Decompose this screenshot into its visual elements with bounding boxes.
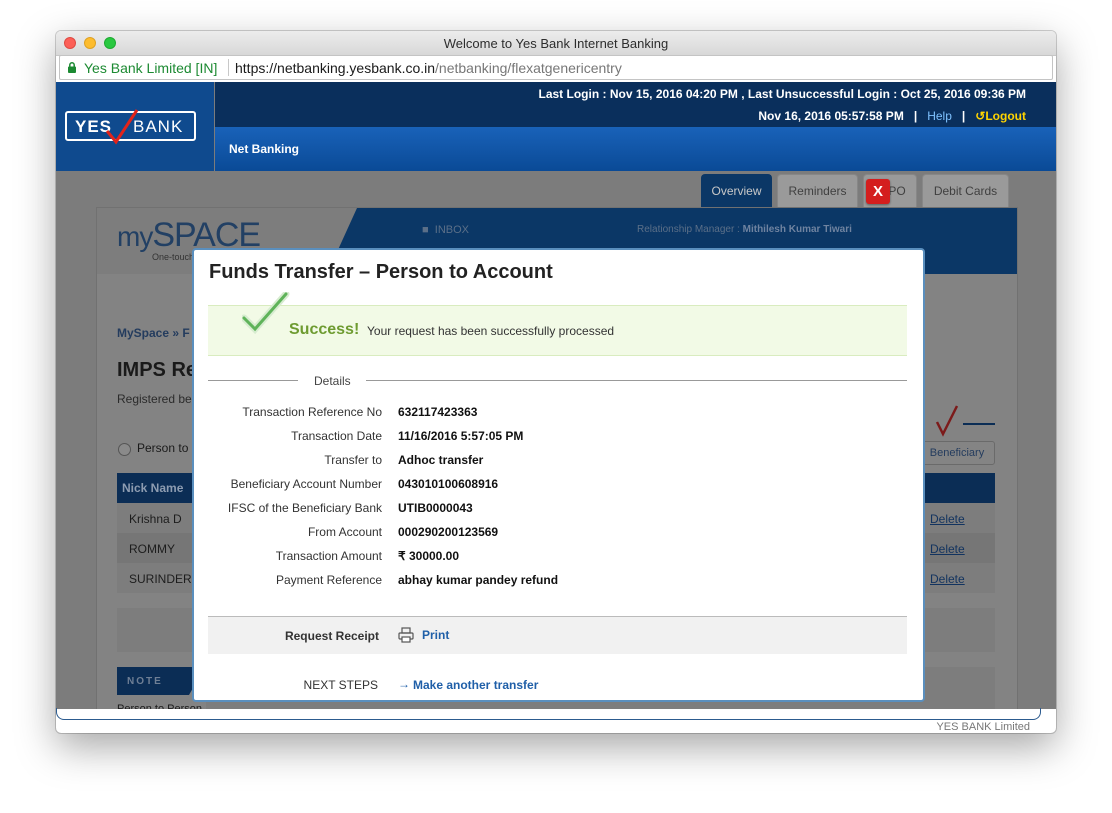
delete-link[interactable]: Delete (930, 542, 965, 556)
detail-label: From Account (307, 525, 382, 539)
row-name: SURINDER (129, 572, 192, 586)
detail-row-transfer-to: Transfer to Adhoc transfer (194, 453, 923, 473)
detail-label: Transaction Reference No (242, 405, 382, 419)
rm-name: Mithilesh Kumar Tiwari (742, 224, 852, 235)
separator: | (961, 109, 966, 123)
tab-overview[interactable]: Overview (701, 174, 772, 208)
detail-value: UTIB0000043 (398, 501, 473, 515)
column-nick-name: Nick Name (122, 481, 184, 495)
url-host: netbanking.yesbank.co.in (277, 60, 436, 76)
details-divider-right (366, 380, 907, 381)
row-name: ROMMY (129, 542, 175, 556)
delete-link[interactable]: Delete (930, 572, 965, 586)
nav-net-banking[interactable]: Net Banking (229, 142, 299, 156)
details-heading: Details (314, 374, 351, 388)
logo-bank-text: BANK (133, 117, 184, 136)
footer-border (56, 708, 1041, 720)
radio-label: Person to (137, 441, 189, 455)
detail-label: Payment Reference (275, 573, 382, 587)
detail-value: 11/16/2016 5:57:05 PM (398, 429, 524, 443)
url-scheme: https:// (235, 60, 278, 76)
delete-link[interactable]: Delete (930, 512, 965, 526)
lock-icon (68, 62, 76, 73)
receipt-label: Request Receipt (284, 629, 379, 643)
detail-row-reference: Transaction Reference No 632117423363 (194, 405, 923, 425)
detail-value: 000290200123569 (398, 525, 499, 539)
tab-reminders[interactable]: Reminders (777, 174, 858, 208)
breadcrumb[interactable]: MySpace » F (117, 326, 190, 340)
detail-row-payment-reference: Payment Reference abhay kumar pandey ref… (194, 573, 923, 593)
request-receipt-row: Request Receipt Print (208, 616, 907, 654)
detail-row-beneficiary-account: Beneficiary Account Number 0430101006089… (194, 477, 923, 497)
detail-value: 043010100608916 (398, 477, 499, 491)
detail-row-date: Transaction Date 11/16/2016 5:57:05 PM (194, 429, 923, 449)
add-beneficiary-button[interactable]: Beneficiary (919, 441, 995, 465)
transfer-type-radio[interactable] (118, 443, 131, 456)
detail-value: abhay kumar pandey refund (398, 573, 559, 587)
success-message: Your request has been successfully proce… (367, 324, 615, 338)
note-label: NOTE (127, 676, 163, 687)
detail-value: 632117423363 (398, 405, 478, 419)
title-bar: Welcome to Yes Bank Internet Banking (56, 31, 1056, 56)
page-viewport: YES BANK Last Login : Nov 15, 2016 04:20… (56, 82, 1056, 733)
detail-label: Transaction Amount (275, 549, 382, 563)
last-login-text: Last Login : Nov 15, 2016 04:20 PM , Las… (538, 87, 1027, 101)
detail-label: Transaction Date (291, 429, 382, 443)
success-banner: Success! Your request has been successfu… (208, 292, 907, 356)
inbox-icon: ■ (422, 224, 429, 236)
url-divider (228, 59, 229, 76)
detail-label: Beneficiary Account Number (230, 477, 382, 491)
current-time: Nov 16, 2016 05:57:58 PM (758, 109, 904, 123)
logo-area: YES BANK (56, 82, 214, 171)
url-path: /netbanking/flexatgenericentry (435, 60, 622, 76)
yes-bank-logo[interactable]: YES BANK (65, 109, 196, 145)
myspace-logo-my: my (117, 221, 153, 252)
header-info-bar: Last Login : Nov 15, 2016 04:20 PM , Las… (215, 82, 1056, 127)
detail-row-from-account: From Account 000290200123569 (194, 525, 923, 545)
detail-value: Adhoc transfer (398, 453, 484, 467)
separator: | (913, 109, 918, 123)
page-footer: YES BANK Limited (56, 708, 1056, 733)
address-bar[interactable]: Yes Bank Limited [IN] https://netbanking… (59, 55, 1053, 80)
details-divider-left (208, 380, 298, 381)
tab-debit-cards[interactable]: Debit Cards (922, 174, 1009, 208)
logout-label: Logout (985, 109, 1026, 123)
row-name: Krishna D (129, 512, 182, 526)
url-text[interactable]: https://netbanking.yesbank.co.in/netbank… (235, 60, 622, 76)
myspace-tagline: One-touch (152, 252, 195, 262)
note-badge: NOTE (117, 667, 189, 695)
inbox-label: INBOX (434, 224, 470, 236)
modal-title: Funds Transfer – Person to Account (209, 261, 553, 283)
step-check-icon (935, 405, 995, 437)
logout-icon: ↺ (975, 109, 986, 123)
funds-transfer-modal: Funds Transfer – Person to Account Succe… (192, 248, 925, 702)
success-check-icon (242, 292, 290, 335)
help-link[interactable]: Help (927, 109, 952, 123)
registered-text: Registered be (117, 392, 192, 406)
footer-text: YES BANK Limited (936, 721, 1030, 733)
browser-window: Welcome to Yes Bank Internet Banking Yes… (56, 31, 1056, 733)
session-line: Nov 16, 2016 05:57:58 PM | Help | ↺Logou… (758, 109, 1026, 123)
window-title: Welcome to Yes Bank Internet Banking (443, 36, 669, 51)
rm-label: Relationship Manager : (637, 224, 740, 235)
page-title: IMPS Re (117, 359, 198, 381)
make-another-transfer-link[interactable]: Make another transfer (413, 678, 538, 692)
modal-close-button[interactable]: X (866, 179, 890, 204)
detail-row-amount: Transaction Amount ₹ 30000.00 (194, 549, 923, 569)
inbox-link[interactable]: ■ INBOX (422, 224, 469, 236)
detail-row-ifsc: IFSC of the Beneficiary Bank UTIB0000043 (194, 501, 923, 521)
detail-label: IFSC of the Beneficiary Bank (227, 501, 382, 515)
site-identity: Yes Bank Limited [IN] (84, 60, 218, 76)
success-title: Success! (289, 321, 360, 338)
print-link[interactable]: Print (422, 628, 449, 642)
relationship-manager: Relationship Manager : Mithilesh Kumar T… (637, 224, 852, 235)
detail-label: Transfer to (324, 453, 382, 467)
arrow-right-icon: → (398, 677, 410, 691)
next-steps-label: NEXT STEPS (303, 678, 378, 692)
printer-icon[interactable] (398, 627, 414, 643)
main-nav: Net Banking (215, 127, 1056, 171)
logout-link[interactable]: ↺Logout (975, 109, 1026, 123)
detail-value: ₹ 30000.00 (398, 549, 460, 563)
